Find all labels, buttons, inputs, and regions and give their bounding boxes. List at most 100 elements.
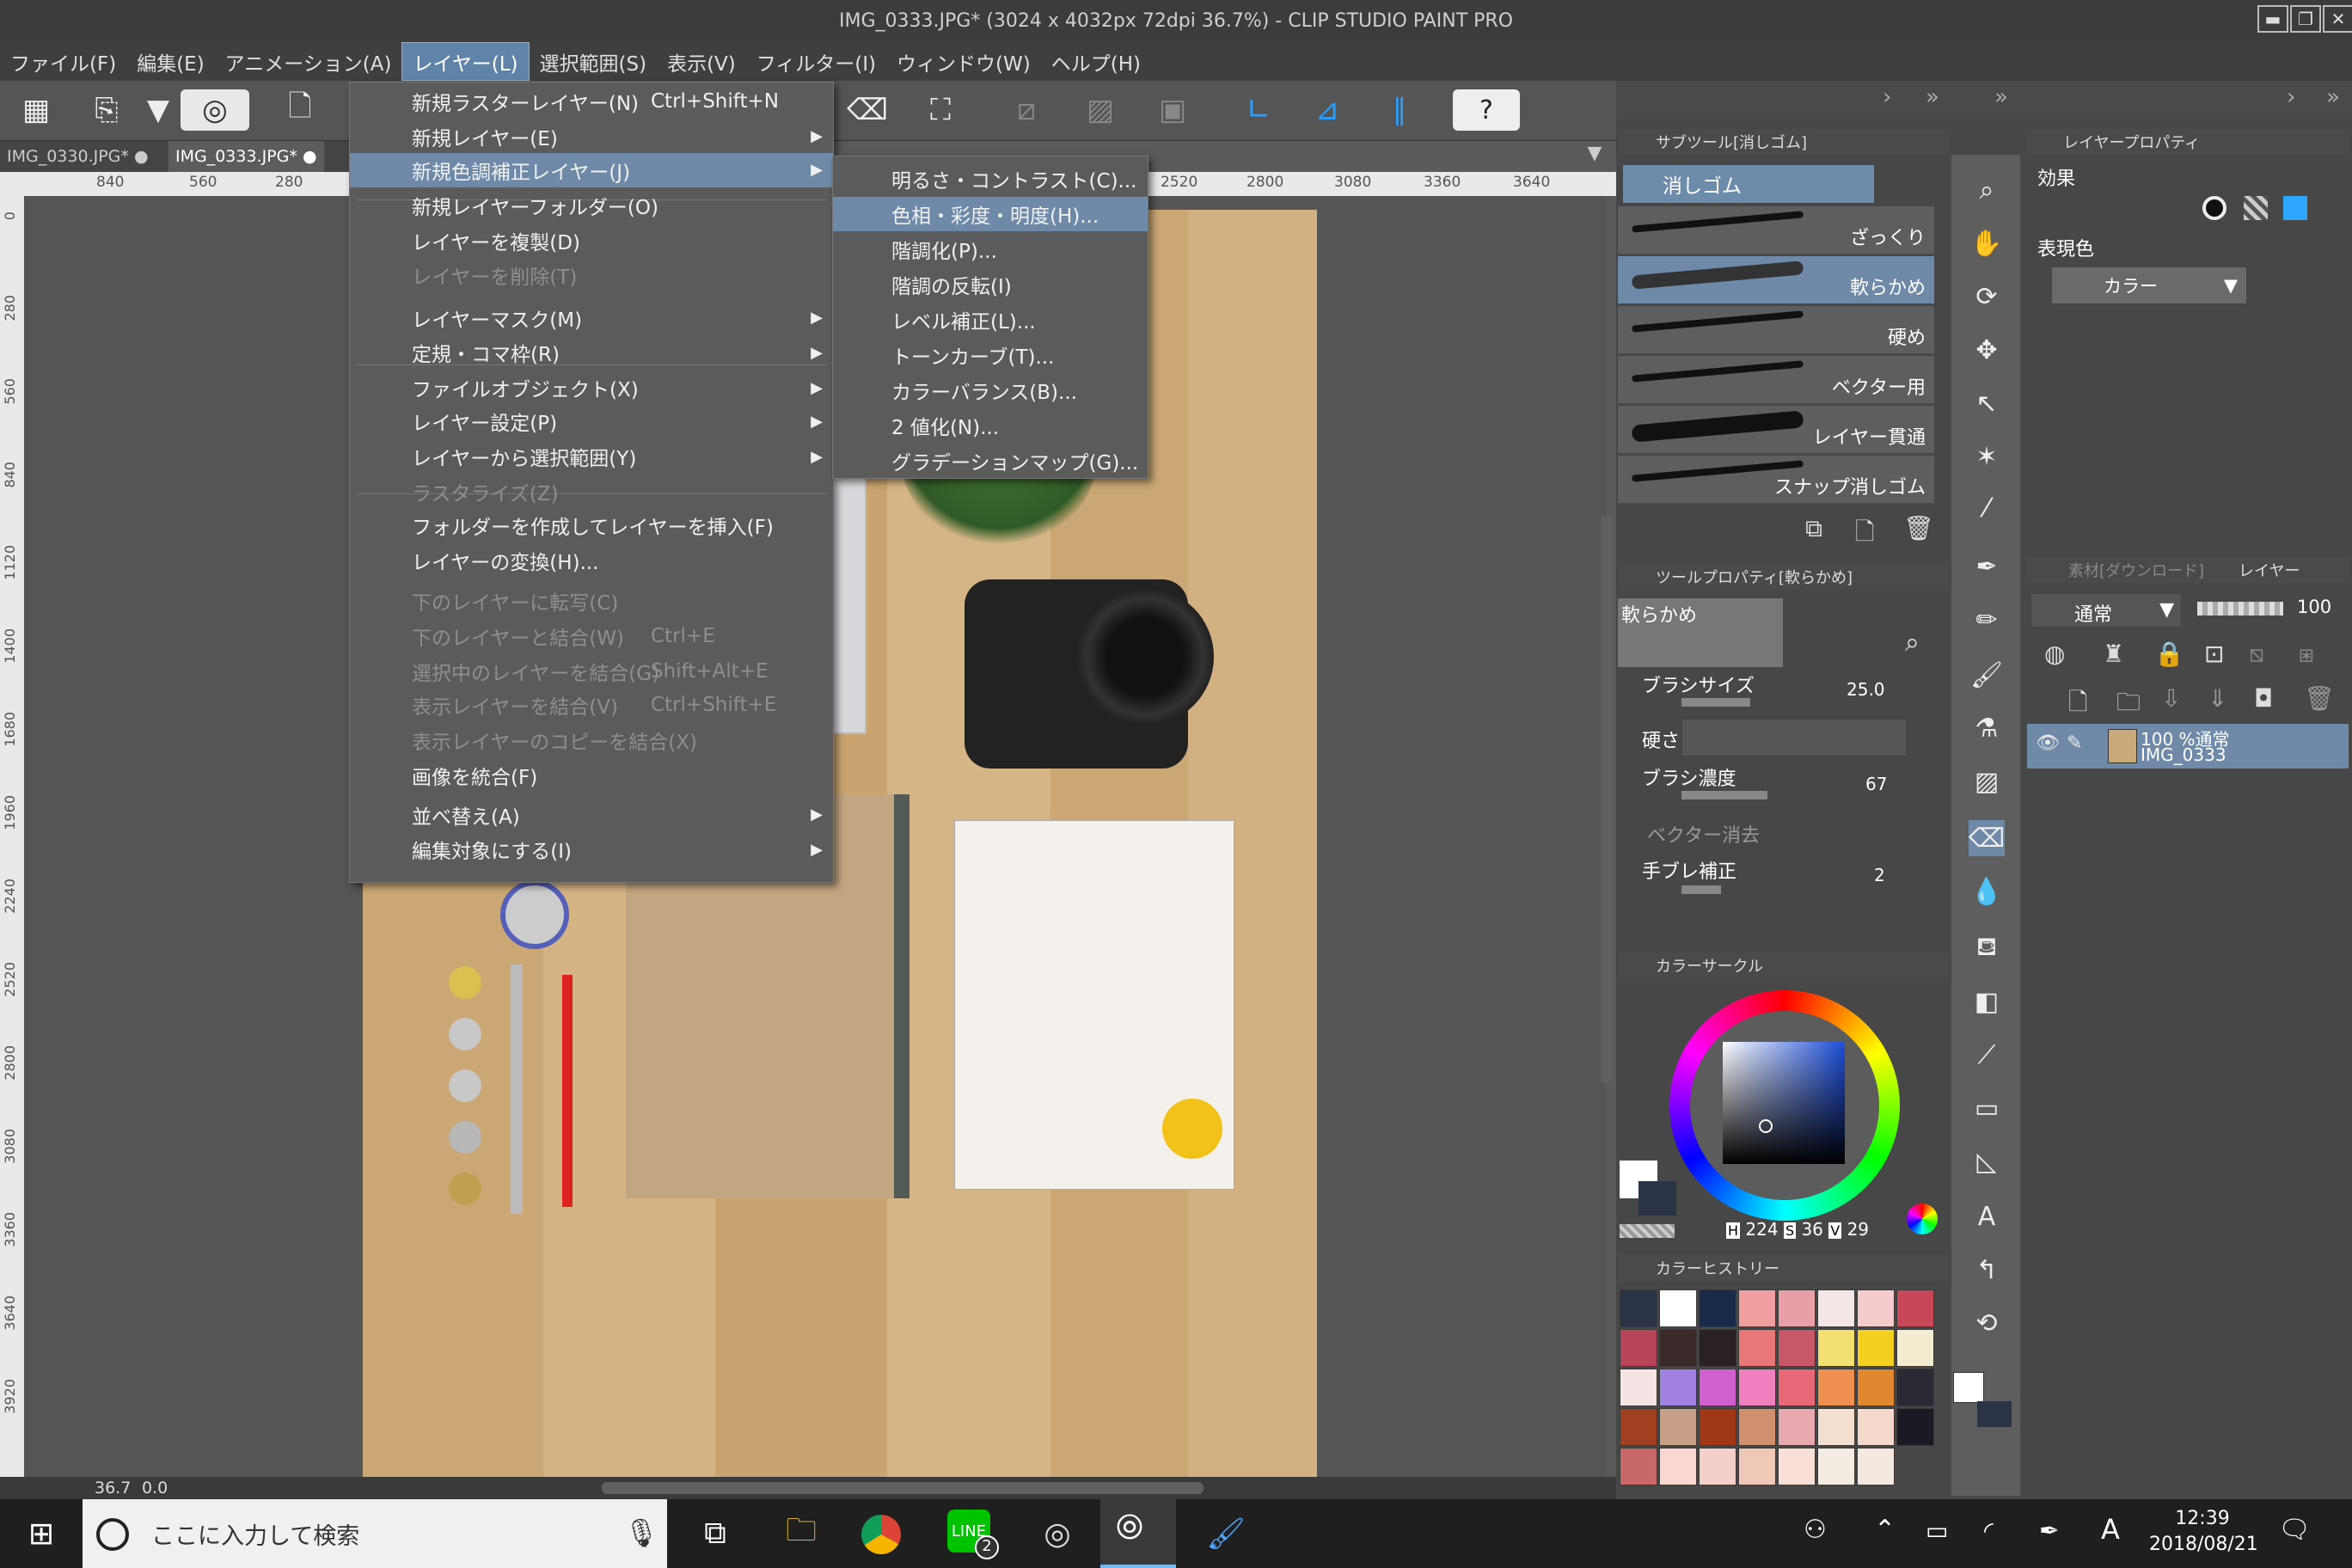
transform-icon[interactable]: ⛶ xyxy=(920,89,961,131)
minimize-button[interactable]: ▬ xyxy=(2257,5,2288,33)
color-swatch[interactable] xyxy=(1620,1369,1657,1406)
menu-4[interactable]: 選択範囲(S) xyxy=(530,42,658,81)
reference-layer-icon[interactable]: ♜ xyxy=(2103,640,2124,668)
visibility-eye-icon[interactable]: 👁 xyxy=(2036,732,2060,754)
eraser-tool-icon[interactable]: ⌫ xyxy=(1969,820,2005,856)
microphone-icon[interactable]: 🎙 xyxy=(624,1516,659,1549)
submenu-item[interactable]: 明るさ・コントラスト(C)... xyxy=(833,162,1148,196)
fill-icon[interactable]: ⛾ xyxy=(1969,930,2005,966)
tab-layers[interactable]: レイヤー xyxy=(2239,559,2300,581)
correction-icon[interactable]: ⟲ xyxy=(1969,1305,2005,1341)
menu-7[interactable]: ウィンドウ(W) xyxy=(886,42,1041,81)
color-swatch[interactable] xyxy=(1699,1329,1736,1367)
maximize-button[interactable]: ❐ xyxy=(2290,5,2321,33)
color-swatch[interactable] xyxy=(1659,1289,1697,1327)
submenu-item[interactable]: 色相・彩度・明度(H)... xyxy=(833,197,1148,231)
color-swatch[interactable] xyxy=(1778,1289,1816,1327)
color-swatch[interactable] xyxy=(1699,1408,1736,1446)
new-subtool-icon[interactable]: 🗋 xyxy=(1855,514,1875,555)
color-swatch[interactable] xyxy=(1896,1369,1934,1406)
airbrush-icon[interactable]: ⚗ xyxy=(1969,710,2005,746)
move-icon[interactable]: ✥ xyxy=(1969,332,2005,368)
color-swatch[interactable] xyxy=(1778,1369,1816,1406)
people-icon[interactable]: ⚇ xyxy=(1804,1515,1827,1545)
vector-erase-label[interactable]: ベクター消去 xyxy=(1647,820,1760,848)
special-ruler-icon[interactable]: ⊿ xyxy=(1307,89,1348,131)
menu-2[interactable]: アニメーション(A) xyxy=(215,42,402,81)
menu-3[interactable]: レイヤー(L) xyxy=(401,42,530,81)
layer-menu-item[interactable]: レイヤーの変換(H)... xyxy=(350,543,833,578)
blend-icon[interactable]: 💧 xyxy=(1969,873,2005,910)
lock-icon[interactable]: 🔒 xyxy=(2154,640,2184,668)
color-swatch[interactable] xyxy=(1659,1448,1697,1485)
border-effect-icon[interactable] xyxy=(2202,196,2226,220)
clip-studio-icon[interactable]: ◎ xyxy=(181,89,249,131)
color-swatch[interactable] xyxy=(1699,1448,1736,1485)
tab-img-0330[interactable]: IMG_0330.JPG* ● xyxy=(0,141,156,172)
saturation-value-square[interactable] xyxy=(1723,1042,1845,1164)
color-swatch[interactable] xyxy=(1857,1448,1895,1485)
submenu-item[interactable]: 階調の反転(I) xyxy=(833,267,1148,302)
transfer-down-icon[interactable]: ⇩ xyxy=(2161,684,2181,713)
submenu-item[interactable]: トーンカーブ(T)... xyxy=(833,338,1148,372)
windows-start-icon[interactable]: ⊞ xyxy=(17,1510,65,1558)
submenu-item[interactable]: カラーバランス(B)... xyxy=(833,373,1148,407)
eyedropper-icon[interactable]: ⁄ xyxy=(1969,490,2005,526)
opacity-value[interactable]: 100 xyxy=(2297,597,2331,617)
color-swatch[interactable] xyxy=(1857,1329,1895,1367)
pen-workspace-icon[interactable]: ✒ xyxy=(2039,1516,2059,1545)
stabilizer-value[interactable]: 2 xyxy=(1874,865,1885,885)
menu-1[interactable]: 編集(E) xyxy=(126,42,214,81)
chrome-icon[interactable] xyxy=(861,1515,901,1554)
new-folder-icon[interactable]: 🗀 xyxy=(2116,684,2141,726)
delete-layer-icon[interactable]: 🗑 xyxy=(2304,684,2335,713)
color-swatch[interactable] xyxy=(1857,1369,1895,1406)
layer-menu-item[interactable]: 新規ラスターレイヤー(N) Ctrl+Shift+N xyxy=(350,84,833,119)
layer-menu-item[interactable]: フォルダーを作成してレイヤーを挿入(F) xyxy=(350,508,833,542)
brush-size-slider[interactable] xyxy=(1681,698,1750,707)
density-slider[interactable] xyxy=(1681,791,1767,799)
color-swatch[interactable] xyxy=(1738,1329,1776,1367)
layer-menu-item[interactable]: レイヤーマスク(M) ▶ xyxy=(350,301,833,335)
color-swatch[interactable] xyxy=(1817,1289,1855,1327)
ruler-snap-icon[interactable]: ∟ xyxy=(1238,89,1279,131)
vertical-scrollbar[interactable] xyxy=(1601,516,1613,1083)
help-icon[interactable]: ? xyxy=(1453,89,1520,131)
color-swatch[interactable] xyxy=(1620,1329,1657,1367)
layer-color-icon[interactable] xyxy=(2283,196,2307,220)
figure-icon[interactable]: ⟋ xyxy=(1969,1037,2005,1073)
merge-down-icon[interactable]: ⇓ xyxy=(2208,684,2227,713)
paint-app-icon[interactable]: 🖌 xyxy=(1202,1510,1250,1558)
submenu-item[interactable]: グラデーションマップ(G)... xyxy=(833,444,1148,478)
zoom-value[interactable]: 36.7 xyxy=(95,1479,131,1498)
color-swatch[interactable] xyxy=(1896,1408,1934,1446)
clock[interactable]: 12:39 2018/08/21 xyxy=(2149,1506,2258,1558)
color-mode-icon[interactable] xyxy=(1907,1204,1938,1234)
angle-value[interactable]: 0.0 xyxy=(142,1479,168,1498)
notification-icon[interactable]: 🗨 xyxy=(2278,1515,2311,1545)
grid-icon[interactable]: ▦ xyxy=(15,89,57,131)
color-swatch[interactable] xyxy=(1620,1448,1657,1485)
gradient-icon[interactable]: ◧ xyxy=(1969,983,2005,1020)
grid-snap-icon[interactable]: ∥ xyxy=(1379,89,1420,131)
ruler-icon[interactable]: ◺ xyxy=(1969,1143,2005,1179)
zoom-preview-icon[interactable]: ⌕ xyxy=(1905,628,1920,658)
delete-subtool-icon[interactable]: 🗑 xyxy=(1903,514,1934,542)
hand-icon[interactable]: ✋ xyxy=(1969,225,2005,261)
rotate-icon[interactable]: ⟳ xyxy=(1969,279,2005,315)
color-swatch[interactable] xyxy=(1659,1408,1697,1446)
frame-icon[interactable]: ▭ xyxy=(1969,1090,2005,1126)
decoration-icon[interactable]: ▨ xyxy=(1969,763,2005,799)
brush-item[interactable]: ベクター用 xyxy=(1618,356,1934,404)
density-value[interactable]: 67 xyxy=(1865,774,1887,794)
taskbar-search[interactable]: ここに入力して検索 xyxy=(83,1499,667,1568)
selection-invert-icon[interactable]: ▨ xyxy=(1080,89,1121,131)
color-swatch[interactable] xyxy=(1738,1369,1776,1406)
brush-item[interactable]: ざっくり xyxy=(1618,206,1934,254)
eraser-group-tab[interactable]: 消しゴム xyxy=(1623,165,1874,203)
color-swatch[interactable] xyxy=(1896,1329,1934,1367)
menu-8[interactable]: ヘルプ(H) xyxy=(1041,42,1151,81)
color-swatch[interactable] xyxy=(1778,1448,1816,1485)
tone-effect-icon[interactable] xyxy=(2244,196,2268,220)
file-explorer-icon[interactable]: 🗀 xyxy=(777,1510,825,1558)
